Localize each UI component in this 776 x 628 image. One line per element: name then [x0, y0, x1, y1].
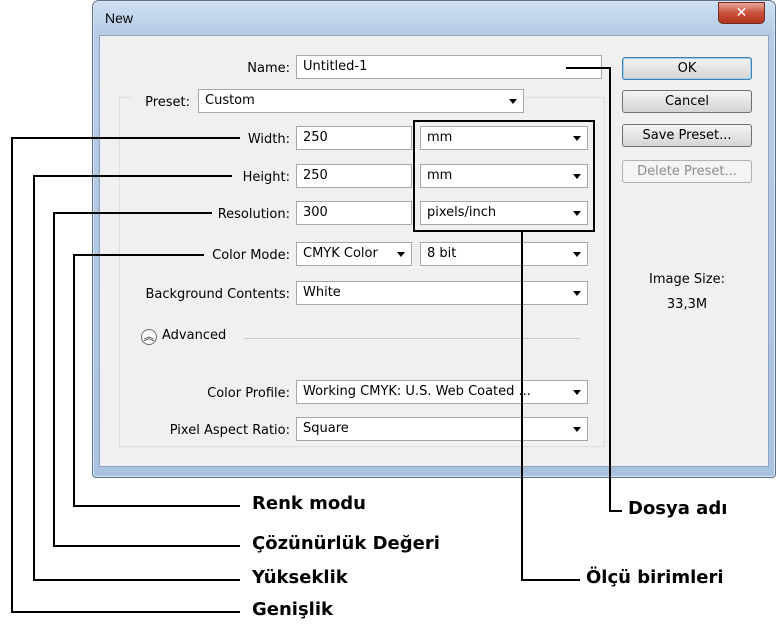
annotation-genislik: Genişlik — [252, 599, 333, 620]
resolution-leader-line — [53, 212, 240, 547]
units-highlight-box — [413, 120, 595, 232]
annotation-renk-modu: Renk modu — [252, 493, 366, 514]
width-leader-line — [11, 137, 240, 613]
annotation-yukseklik: Yükseklik — [252, 567, 348, 588]
units-leader-line — [521, 231, 580, 581]
annotation-cozunurluk: Çözünürlük Değeri — [252, 533, 440, 554]
annotation-dosya-adi: Dosya adı — [628, 498, 728, 519]
height-leader-line — [33, 175, 240, 581]
annotation-olcu-birimleri: Ölçü birimleri — [586, 567, 724, 588]
color-mode-leader-line — [73, 254, 240, 507]
